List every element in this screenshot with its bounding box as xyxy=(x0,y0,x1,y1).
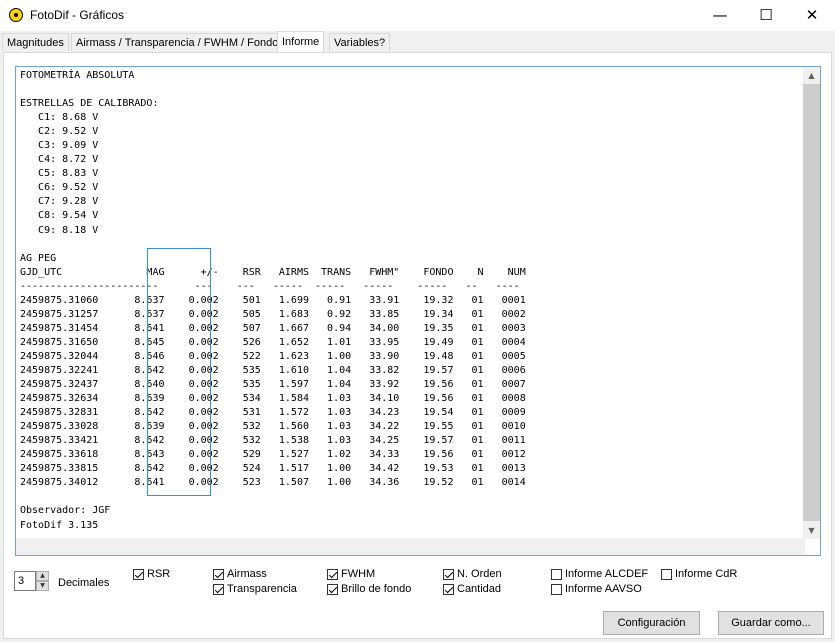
checkbox-label: Transparencia xyxy=(227,583,297,595)
checkmark-icon[interactable] xyxy=(213,569,224,580)
checkmark-icon[interactable] xyxy=(327,569,338,580)
vertical-scroll-thumb[interactable] xyxy=(803,84,820,521)
checkbox-box[interactable] xyxy=(661,569,672,580)
vertical-scrollbar[interactable]: ▲ ▼ xyxy=(803,67,820,539)
checkmark-icon[interactable] xyxy=(327,584,338,595)
tab-variables[interactable]: Variables? xyxy=(329,33,391,51)
checkbox-informe-cdr[interactable]: Informe CdR xyxy=(661,568,737,582)
checkbox-box[interactable] xyxy=(551,584,562,595)
tab-magnitudes[interactable]: Magnitudes xyxy=(2,33,69,51)
close-button[interactable]: ✕ xyxy=(789,0,835,31)
save-as-button[interactable]: Guardar como... xyxy=(718,611,824,635)
configuration-button[interactable]: Configuración xyxy=(603,611,700,635)
minimize-button[interactable]: — xyxy=(697,0,743,31)
report-textbox[interactable]: FOTOMETRÍA ABSOLUTA ESTRELLAS DE CALIBRA… xyxy=(15,66,821,556)
checkbox-fwhm[interactable]: FWHM xyxy=(327,568,375,582)
checkbox-transparencia[interactable]: Transparencia xyxy=(213,583,297,597)
checkmark-icon[interactable] xyxy=(443,569,454,580)
horizontal-scrollbar[interactable] xyxy=(16,538,805,555)
checkbox-label: FWHM xyxy=(341,568,376,580)
checkbox-rsr[interactable]: RSR xyxy=(133,568,170,582)
title-bar: FotoDif - Gráficos — ☐ ✕ xyxy=(0,0,835,31)
checkbox-label: Informe CdR xyxy=(675,568,738,580)
tab-informe[interactable]: Informe xyxy=(277,31,325,52)
checkbox-label: Brillo de fondo xyxy=(341,583,412,595)
checkbox-label: Informe ALCDEF xyxy=(565,568,649,580)
decimals-input[interactable]: 3 xyxy=(14,571,36,591)
report-text: FOTOMETRÍA ABSOLUTA ESTRELLAS DE CALIBRA… xyxy=(20,70,526,531)
checkbox-label: RSR xyxy=(147,568,171,580)
spin-down-icon[interactable]: ▼ xyxy=(36,581,49,591)
maximize-button[interactable]: ☐ xyxy=(743,0,789,31)
checkbox-box[interactable] xyxy=(551,569,562,580)
window-title: FotoDif - Gráficos xyxy=(30,8,125,22)
scroll-down-arrow-icon[interactable]: ▼ xyxy=(803,522,820,539)
spin-up-icon[interactable]: ▲ xyxy=(36,571,49,581)
app-icon xyxy=(9,8,23,22)
checkbox-label: Informe AAVSO xyxy=(565,583,642,595)
scroll-up-arrow-icon[interactable]: ▲ xyxy=(803,67,820,84)
checkmark-icon[interactable] xyxy=(443,584,454,595)
checkbox-label: N. Orden xyxy=(457,568,502,580)
tab-airmass[interactable]: Airmass / Transparencia / FWHM / Fondo xyxy=(71,33,284,51)
decimals-label: Decimales xyxy=(58,577,110,589)
checkbox-informe-aavso[interactable]: Informe AAVSO xyxy=(551,583,642,597)
checkbox-label: Cantidad xyxy=(457,583,502,595)
checkbox-n-orden[interactable]: N. Orden xyxy=(443,568,502,582)
checkbox-brillo-de-fondo[interactable]: Brillo de fondo xyxy=(327,583,411,597)
checkbox-airmass[interactable]: Airmass xyxy=(213,568,267,582)
decimals-stepper[interactable]: ▲ ▼ xyxy=(36,571,49,591)
checkmark-icon[interactable] xyxy=(133,569,144,580)
checkbox-label: Airmass xyxy=(227,568,267,580)
checkmark-icon[interactable] xyxy=(213,584,224,595)
checkbox-informe-alcdef[interactable]: Informe ALCDEF xyxy=(551,568,648,582)
checkbox-cantidad[interactable]: Cantidad xyxy=(443,583,501,597)
